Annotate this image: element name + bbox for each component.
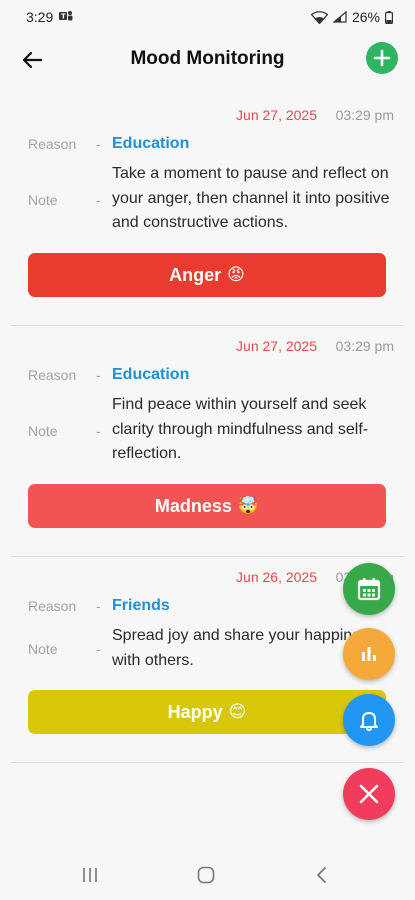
app-bar: Mood Monitoring [0,36,415,84]
entry-date: Jun 26, 2025 [236,569,317,585]
mood-label: Happy [167,701,223,722]
mood-label: Madness [154,495,232,516]
recents-icon [83,868,97,882]
exploding-head-icon: 🤯 [237,496,260,515]
entry-time: 03:29 pm [335,107,394,123]
mood-button-happy[interactable]: Happy 😊 [28,690,386,734]
close-icon [359,784,379,804]
reason-dash: - [96,367,101,383]
arrow-left-icon [22,51,43,69]
reason-value: Education [112,366,190,383]
back-icon [317,867,326,883]
reason-value: Friends [112,597,170,614]
svg-text:T: T [61,13,66,21]
note-text: Find peace within yourself and seek clar… [112,396,369,462]
status-right: 26% [310,9,393,25]
system-back-button[interactable] [312,866,332,884]
navigation-bar [0,848,415,900]
back-button[interactable] [16,44,48,76]
recents-button[interactable] [80,866,100,884]
note-label: Note [28,192,58,208]
chart-icon [362,647,376,661]
reason-value: Education [112,135,190,152]
reason-label: Reason [28,598,77,614]
note-label: Note [28,641,58,657]
reminder-fab[interactable] [343,694,395,746]
bell-icon [360,712,378,731]
note-text: Take a moment to pause and reflect on yo… [112,165,390,231]
status-time: 3:29 [26,9,54,25]
note-dash: - [96,192,101,208]
entry-date: Jun 27, 2025 [236,107,317,123]
plus-icon [373,49,391,67]
mood-entry: Jun 27, 2025 03:29 pm Reason - Education… [11,95,404,326]
signal-icon [332,11,347,23]
home-button[interactable] [196,866,216,884]
reason-dash: - [96,598,101,614]
smiling-face-icon: 😊 [228,702,247,721]
close-fab[interactable] [343,768,395,820]
battery-icon [385,10,393,24]
teams-icon: T [59,9,73,25]
reason-label: Reason [28,367,77,383]
add-mood-button[interactable] [366,42,398,74]
battery-percent: 26% [351,9,380,25]
entry-date: Jun 27, 2025 [236,338,317,354]
note-dash: - [96,423,101,439]
calendar-fab[interactable] [343,563,395,615]
reason-label: Reason [28,136,77,152]
calendar-icon [357,578,381,601]
wifi-icon [310,10,328,24]
note-label: Note [28,423,58,439]
note-dash: - [96,641,101,657]
page-title: Mood Monitoring [130,48,285,69]
mood-button-madness[interactable]: Madness 🤯 [28,484,386,528]
reason-dash: - [96,136,101,152]
entry-time: 03:29 pm [335,338,394,354]
status-left: 3:29 T [26,9,73,25]
mood-entry: Jun 27, 2025 03:29 pm Reason - Education… [11,326,404,557]
mood-label: Anger [169,264,222,285]
home-icon [197,866,215,884]
angry-face-icon: 😡 [227,265,245,284]
status-bar: 3:29 T 26% [0,0,415,34]
statistics-fab[interactable] [343,628,395,680]
mood-button-anger[interactable]: Anger 😡 [28,253,386,297]
